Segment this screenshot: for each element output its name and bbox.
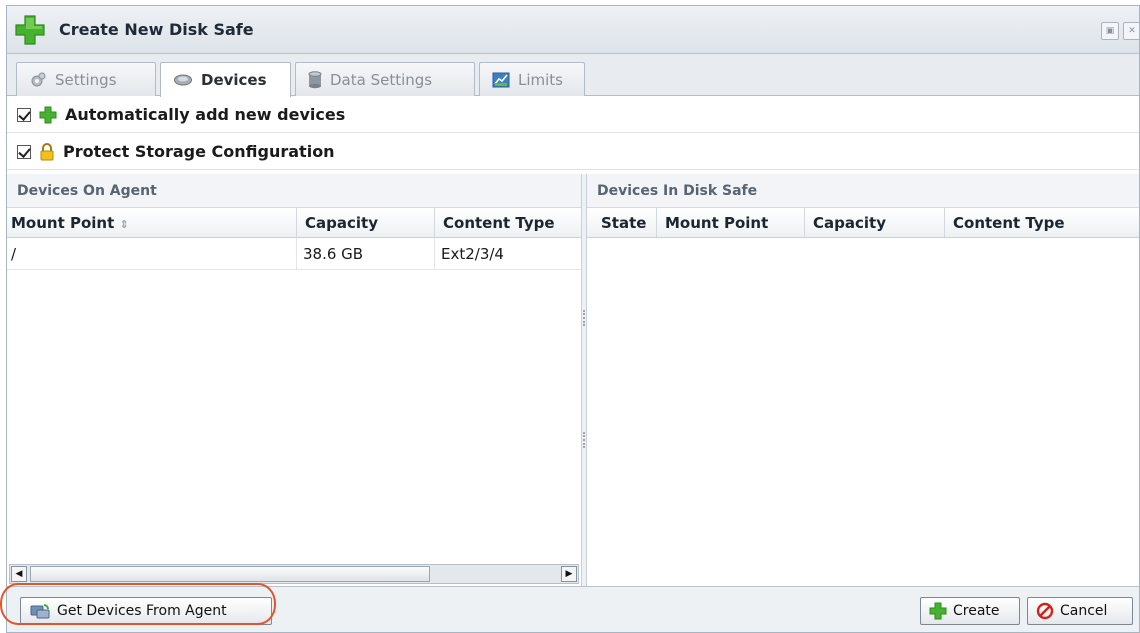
protect-storage-label: Protect Storage Configuration (63, 142, 335, 161)
scroll-thumb[interactable] (30, 566, 430, 582)
plus-icon (15, 15, 45, 45)
column-header-content-type[interactable]: Content Type (945, 208, 1139, 237)
tab-data-settings[interactable]: Data Settings (295, 62, 475, 96)
create-button[interactable]: Create (920, 597, 1020, 625)
tab-label: Limits (518, 70, 563, 89)
cell-mount-point: / (7, 238, 297, 269)
lock-icon (40, 142, 54, 160)
option-protect-storage: Protect Storage Configuration (7, 134, 1139, 170)
scroll-right-button[interactable]: ▶ (561, 566, 577, 582)
agent-grid-header: Mount Point ⇕ Capacity Content Type (7, 208, 581, 238)
maximize-button[interactable]: ▣ (1101, 22, 1119, 40)
highlight-annotation (0, 583, 276, 625)
cancel-icon (1036, 602, 1054, 620)
tab-label: Devices (201, 71, 267, 89)
create-label: Create (953, 603, 1000, 619)
tab-label: Data Settings (330, 70, 433, 89)
scroll-left-button[interactable]: ◀ (11, 566, 27, 582)
splitter-grip (583, 432, 585, 448)
column-header-mount-point[interactable]: Mount Point (657, 208, 805, 237)
disk-icon (174, 74, 192, 86)
column-header-content-type[interactable]: Content Type (435, 208, 581, 237)
chart-icon (492, 72, 510, 87)
option-auto-add: Automatically add new devices (7, 97, 1139, 133)
cancel-label: Cancel (1060, 603, 1108, 619)
cell-capacity: 38.6 GB (297, 238, 435, 269)
table-row[interactable]: / 38.6 GB Ext2/3/4 (7, 238, 581, 270)
title-bar: Create New Disk Safe ▣ ✕ (7, 6, 1139, 54)
column-header-mount-point[interactable]: Mount Point ⇕ (7, 208, 297, 237)
dialog-title: Create New Disk Safe (59, 20, 254, 39)
auto-add-checkbox[interactable] (17, 107, 31, 122)
tab-label: Settings (55, 70, 117, 89)
tab-strip: Settings Devices Data Settings Limits (7, 54, 1139, 97)
tab-settings[interactable]: Settings (16, 62, 156, 96)
close-button[interactable]: ✕ (1123, 22, 1139, 40)
protect-storage-checkbox[interactable] (17, 144, 31, 159)
column-header-state[interactable]: State (587, 208, 657, 237)
cancel-button[interactable]: Cancel (1027, 597, 1133, 625)
safe-grid-header: State Mount Point Capacity Content Type (587, 208, 1139, 238)
tab-devices[interactable]: Devices (160, 62, 291, 97)
cell-content-type: Ext2/3/4 (441, 245, 504, 263)
plus-icon (39, 106, 57, 123)
splitter-grip (583, 310, 585, 326)
column-header-capacity[interactable]: Capacity (297, 208, 435, 237)
auto-add-label: Automatically add new devices (65, 105, 346, 124)
column-label: Mount Point (11, 214, 115, 232)
tab-limits[interactable]: Limits (479, 62, 585, 96)
gear-icon (31, 72, 46, 86)
agent-panel-title: Devices On Agent (7, 174, 581, 208)
horizontal-scrollbar[interactable]: ◀ ▶ (9, 564, 579, 584)
create-disk-safe-dialog: Create New Disk Safe ▣ ✕ Settings Device… (6, 5, 1140, 633)
plus-icon (929, 602, 947, 620)
database-icon (308, 70, 322, 88)
safe-panel-title: Devices In Disk Safe (587, 174, 1139, 208)
column-header-capacity[interactable]: Capacity (805, 208, 945, 237)
sort-icon: ⇕ (119, 218, 129, 231)
